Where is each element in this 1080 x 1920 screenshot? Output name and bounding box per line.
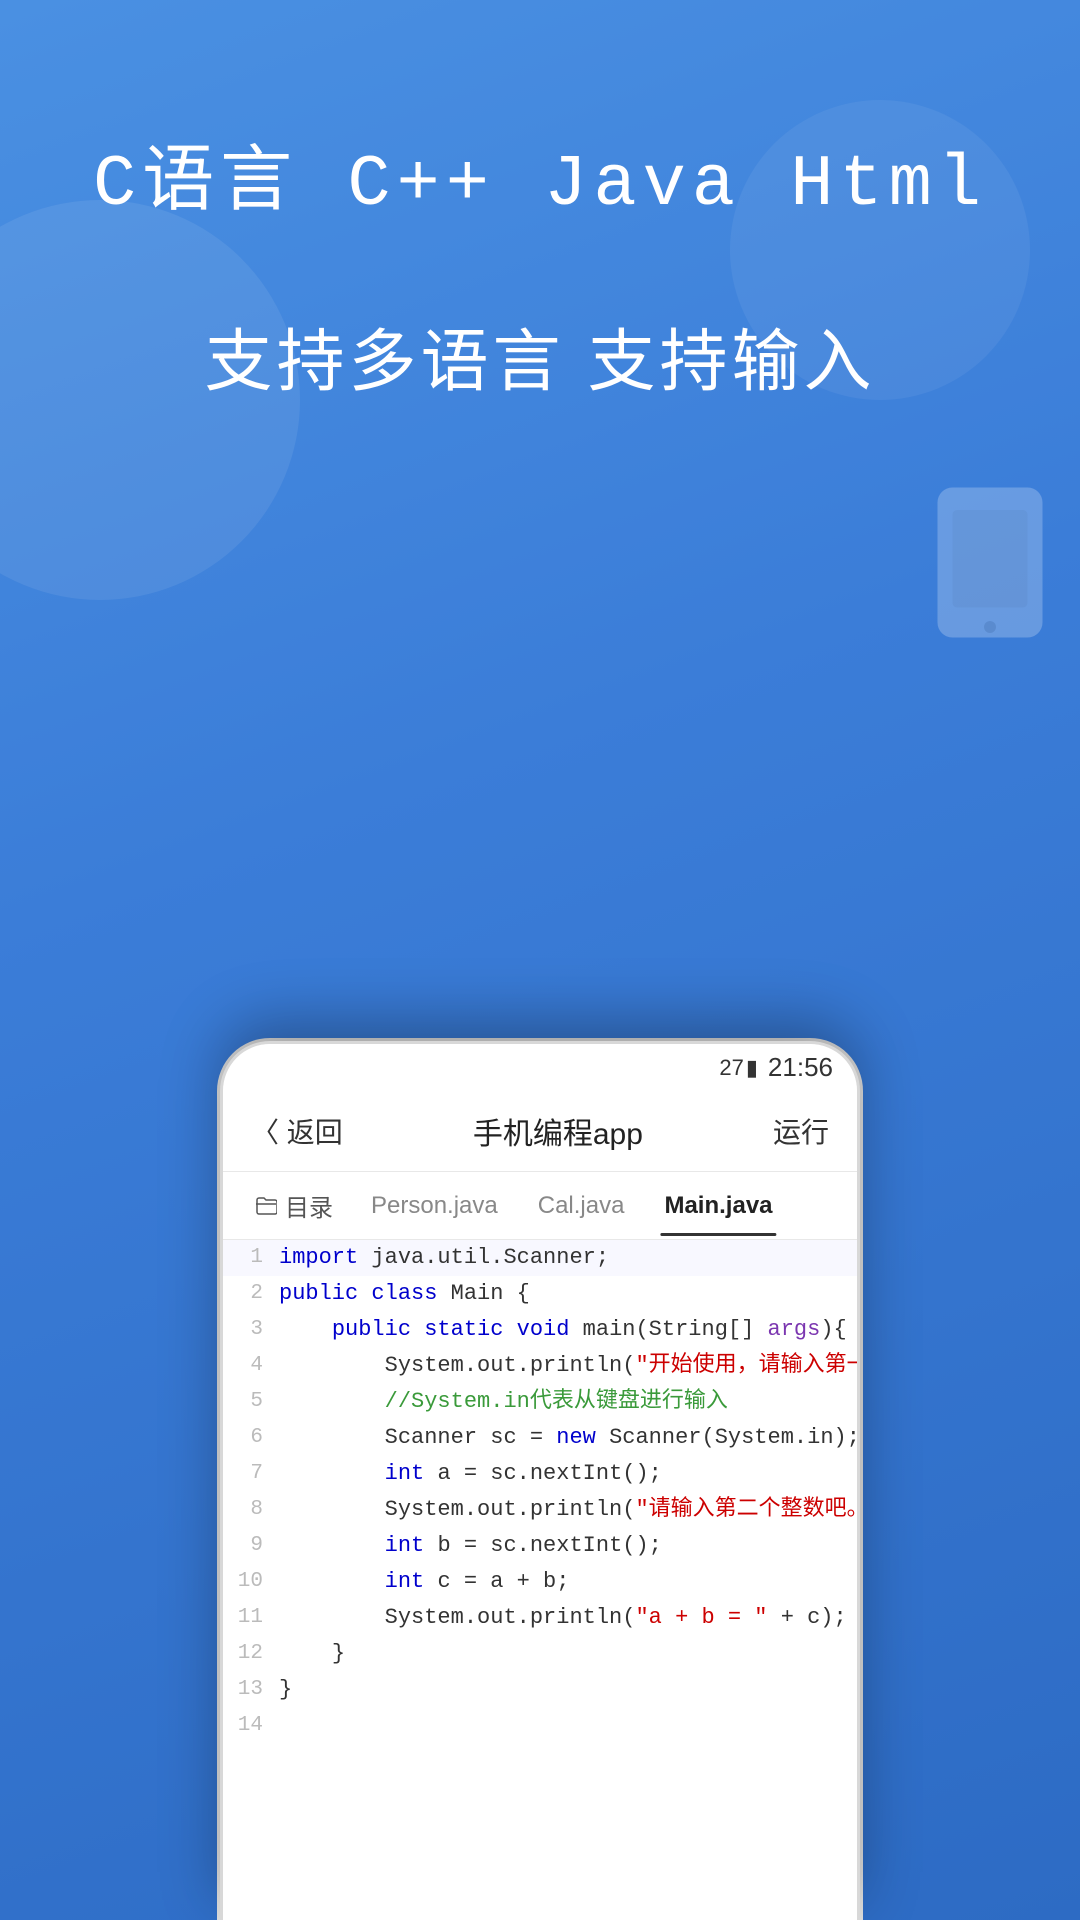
code-line-8: 8 System.out.println("请输入第二个整数吧。"); xyxy=(223,1492,857,1528)
code-content: int c = a + b; xyxy=(275,1564,857,1600)
line-number: 9 xyxy=(223,1528,275,1564)
folder-label: 目录 xyxy=(285,1188,333,1223)
code-line-7: 7 int a = sc.nextInt(); xyxy=(223,1456,857,1492)
code-line-1: 1 import java.util.Scanner; xyxy=(223,1240,857,1276)
tab-folder[interactable]: 目录 xyxy=(239,1172,349,1239)
battery-indicator: 27▮ xyxy=(719,1055,758,1081)
back-button[interactable]: 〈 返回 xyxy=(251,1111,343,1151)
tab-bar: 目录 Person.java Cal.java Main.java xyxy=(223,1172,857,1240)
code-content: System.out.println("开始使用，请输入第一个整数吧。"); xyxy=(275,1348,860,1384)
status-time: 21:56 xyxy=(768,1052,833,1083)
code-content: System.out.println("请输入第二个整数吧。"); xyxy=(275,1492,860,1528)
code-content: int b = sc.nextInt(); xyxy=(275,1528,857,1564)
battery-value: 27 xyxy=(719,1055,743,1081)
code-content: int a = sc.nextInt(); xyxy=(275,1456,857,1492)
code-line-9: 9 int b = sc.nextInt(); xyxy=(223,1528,857,1564)
code-line-6: 6 Scanner sc = new Scanner(System.in); xyxy=(223,1420,857,1456)
code-line-5: 5 //System.in代表从键盘进行输入 xyxy=(223,1384,857,1420)
line-number: 3 xyxy=(223,1312,275,1348)
app-title: 手机编程app xyxy=(473,1109,643,1153)
code-content: Scanner sc = new Scanner(System.in); xyxy=(275,1420,860,1456)
line-number: 2 xyxy=(223,1276,275,1312)
code-editor[interactable]: 1 import java.util.Scanner; 2 public cla… xyxy=(223,1240,857,1920)
line-number: 14 xyxy=(223,1708,275,1744)
code-content: } xyxy=(275,1636,857,1672)
line-number: 5 xyxy=(223,1384,275,1420)
code-line-4: 4 System.out.println("开始使用，请输入第一个整数吧。"); xyxy=(223,1348,857,1384)
code-line-11: 11 System.out.println("a + b = " + c); xyxy=(223,1600,857,1636)
code-content: //System.in代表从键盘进行输入 xyxy=(275,1384,857,1420)
line-number: 11 xyxy=(223,1600,275,1636)
bg-decoration-2 xyxy=(730,100,1030,400)
code-content: public static void main(String[] args){ xyxy=(275,1312,857,1348)
code-line-12: 12 } xyxy=(223,1636,857,1672)
app-bar: 〈 返回 手机编程app 运行 xyxy=(223,1091,857,1172)
code-content: public class Main { xyxy=(275,1276,857,1312)
line-number: 6 xyxy=(223,1420,275,1456)
status-bar: 27▮ 21:56 xyxy=(223,1044,857,1091)
code-line-13: 13 } xyxy=(223,1672,857,1708)
code-line-14: 14 xyxy=(223,1708,857,1744)
code-content: } xyxy=(275,1672,857,1708)
tab-person-java[interactable]: Person.java xyxy=(353,1176,516,1236)
code-line-3: 3 public static void main(String[] args)… xyxy=(223,1312,857,1348)
line-number: 7 xyxy=(223,1456,275,1492)
code-line-10: 10 int c = a + b; xyxy=(223,1564,857,1600)
tab-main-java[interactable]: Main.java xyxy=(646,1176,790,1236)
code-content: System.out.println("a + b = " + c); xyxy=(275,1600,857,1636)
line-number: 12 xyxy=(223,1636,275,1672)
phone-screen: 27▮ 21:56 〈 返回 手机编程app 运行 目录 Person.java xyxy=(220,1041,860,1920)
code-content: import java.util.Scanner; xyxy=(275,1240,857,1276)
line-number: 4 xyxy=(223,1348,275,1384)
phone-mockup: 27▮ 21:56 〈 返回 手机编程app 运行 目录 Person.java xyxy=(220,1041,860,1920)
back-label: 〈 返回 xyxy=(251,1111,343,1151)
run-button[interactable]: 运行 xyxy=(773,1111,829,1151)
line-number: 1 xyxy=(223,1240,275,1276)
tab-label: Cal.java xyxy=(538,1192,625,1219)
line-number: 10 xyxy=(223,1564,275,1600)
line-number: 8 xyxy=(223,1492,275,1528)
tab-label: Main.java xyxy=(664,1192,772,1219)
tab-cal-java[interactable]: Cal.java xyxy=(520,1176,643,1236)
tab-label: Person.java xyxy=(371,1192,498,1219)
code-line-2: 2 public class Main { xyxy=(223,1276,857,1312)
bg-device-icon xyxy=(930,480,1050,640)
line-number: 13 xyxy=(223,1672,275,1708)
